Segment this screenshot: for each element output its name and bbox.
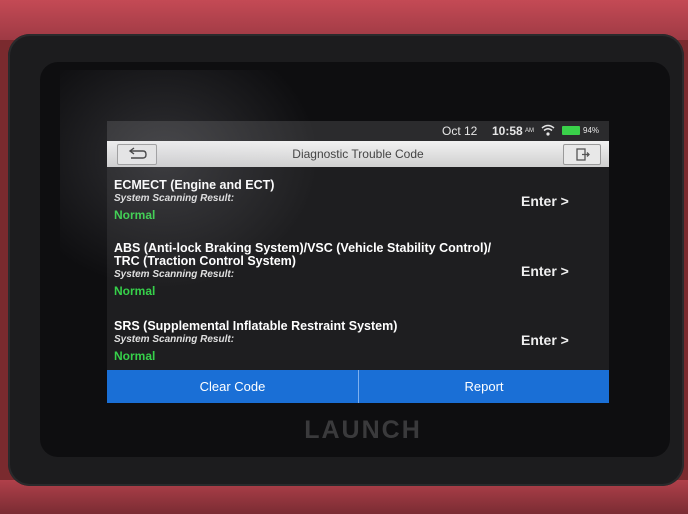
app-screen: Oct 12 10:58 AM 94% Diagnostic Trouble C… (107, 121, 609, 403)
page-title: Diagnostic Trouble Code (292, 147, 424, 161)
title-bar: Diagnostic Trouble Code (107, 141, 609, 167)
status-time: 10:58 (492, 124, 523, 138)
system-status: Normal (114, 208, 156, 222)
status-date: Oct 12 (442, 124, 478, 138)
enter-button-ecmect[interactable]: Enter > (521, 193, 569, 209)
exit-icon (576, 148, 590, 161)
exit-button[interactable] (563, 144, 601, 165)
battery-level: 94% (583, 126, 600, 135)
battery-icon (562, 126, 580, 135)
report-button[interactable]: Report (359, 370, 609, 403)
enter-button-srs[interactable]: Enter > (521, 332, 569, 348)
system-name: ECMECT (Engine and ECT) (114, 178, 275, 192)
status-bar: Oct 12 10:58 AM 94% (107, 121, 609, 141)
status-ampm: AM (525, 128, 534, 134)
enter-button-abs[interactable]: Enter > (521, 263, 569, 279)
brand-logo: LAUNCH (304, 416, 422, 444)
system-status: Normal (114, 349, 156, 363)
wifi-icon (541, 124, 555, 139)
action-bar: Clear Code Report (107, 370, 609, 403)
clear-code-button[interactable]: Clear Code (107, 370, 358, 403)
system-status: Normal (114, 284, 156, 298)
